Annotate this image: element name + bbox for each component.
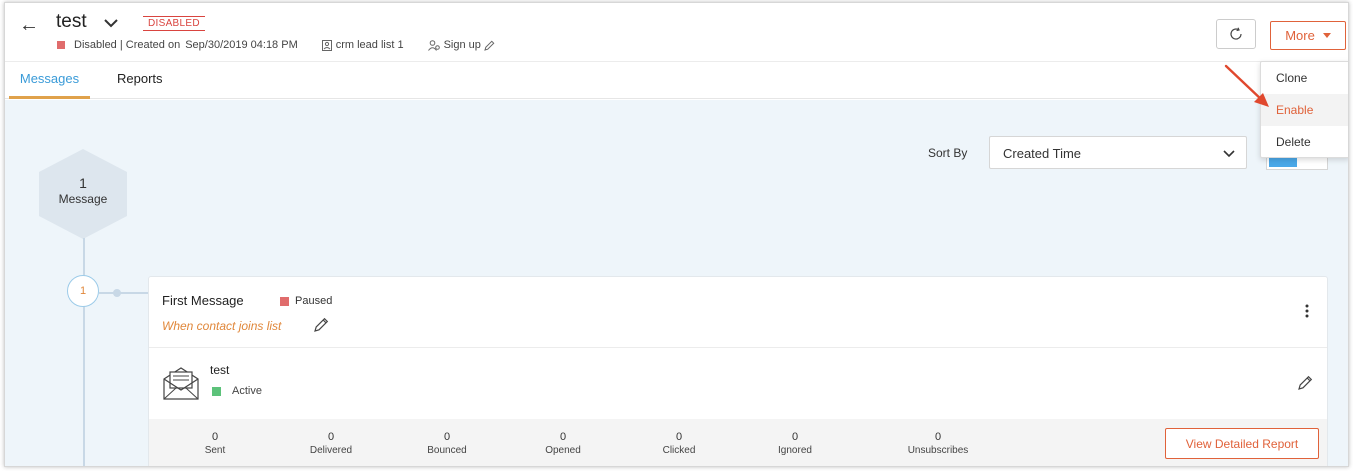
tab-bar: Messages Reports	[5, 63, 1348, 99]
stat-delivered: 0 Delivered	[276, 431, 386, 456]
tab-messages[interactable]: Messages	[9, 71, 90, 99]
stat-value: 0	[791, 431, 799, 443]
list-name: crm lead list 1	[335, 39, 404, 51]
refresh-button[interactable]	[1216, 19, 1256, 49]
email-status: Active	[212, 385, 262, 397]
page-title: test	[56, 11, 87, 32]
status-text: Disabled | Created on	[74, 39, 181, 51]
email-status-label: Active	[232, 385, 262, 397]
step-connector-dot	[113, 289, 121, 297]
stat-unsubscribes: 0 Unsubscribes	[883, 431, 993, 456]
stat-value: 0	[934, 431, 942, 443]
stat-label: Ignored	[778, 445, 812, 456]
pencil-icon[interactable]	[1297, 375, 1313, 391]
refresh-icon	[1230, 27, 1242, 40]
stat-clicked: 0 Clicked	[624, 431, 734, 456]
status-badge: DISABLED	[143, 16, 205, 31]
more-options-icon[interactable]	[1305, 304, 1309, 318]
stat-opened: 0 Opened	[508, 431, 618, 456]
sort-select[interactable]: Created Time	[989, 136, 1247, 169]
caret-down-icon	[1322, 33, 1331, 38]
back-arrow-icon[interactable]: ←	[19, 14, 39, 37]
signup-user-icon	[427, 39, 440, 51]
more-button-label: More	[1285, 28, 1315, 43]
view-detailed-report-button[interactable]: View Detailed Report	[1165, 428, 1319, 459]
paused-indicator	[280, 296, 289, 306]
menu-item-delete[interactable]: Delete	[1261, 126, 1348, 158]
stat-value: 0	[559, 431, 567, 443]
stat-ignored: 0 Ignored	[740, 431, 850, 456]
stat-label: Unsubscribes	[907, 445, 969, 456]
stat-label: Delivered	[309, 445, 353, 456]
list-icon	[321, 39, 332, 51]
timeline-line	[83, 238, 85, 466]
email-name[interactable]: test	[210, 363, 229, 377]
trigger-link[interactable]: When contact joins list	[162, 319, 281, 333]
annotation-arrow-icon	[1224, 64, 1269, 107]
message-status-label: Paused	[295, 295, 333, 307]
message-title: First Message	[162, 293, 244, 308]
message-count-label: Message	[58, 192, 108, 206]
created-on-date: Sep/30/2019 04:18 PM	[185, 39, 298, 51]
stat-label: Opened	[545, 445, 581, 456]
stat-label: Bounced	[427, 445, 467, 456]
message-count: 1	[79, 175, 87, 191]
pencil-icon[interactable]	[484, 40, 495, 51]
stat-value: 0	[443, 431, 451, 443]
step-number: 1	[67, 275, 99, 307]
app-window: ← test DISABLED Disabled | Created on Se…	[4, 2, 1349, 467]
message-status: Paused	[280, 295, 332, 307]
signup-info: Sign up	[427, 39, 499, 51]
chevron-down-icon	[1223, 150, 1235, 158]
sort-by-label: Sort By	[928, 146, 968, 160]
stat-label: Sent	[204, 445, 226, 456]
messages-content: Sort By Created Time 1 Message 1 First M…	[5, 100, 1348, 466]
chevron-down-icon[interactable]	[102, 14, 120, 32]
card-divider	[149, 347, 1327, 348]
more-button[interactable]: More	[1270, 21, 1346, 50]
page-header: ← test DISABLED Disabled | Created on Se…	[5, 3, 1348, 62]
message-card: First Message Paused When contact joins …	[148, 276, 1328, 466]
stat-value: 0	[327, 431, 335, 443]
stat-value: 0	[675, 431, 683, 443]
signup-label: Sign up	[443, 39, 481, 51]
email-envelope-icon	[163, 367, 199, 400]
step-connector	[99, 292, 149, 294]
stat-bounced: 0 Bounced	[392, 431, 502, 456]
list-info: crm lead list 1	[321, 39, 404, 51]
active-indicator	[212, 386, 221, 396]
sort-selected-value: Created Time	[1003, 146, 1082, 161]
disabled-status-indicator	[57, 41, 65, 49]
stat-value: 0	[211, 431, 219, 443]
tab-reports[interactable]: Reports	[117, 71, 163, 99]
stat-sent: 0 Sent	[160, 431, 270, 456]
stats-bar: 0 Sent 0 Delivered 0 Bounced 0 Opened 0	[149, 419, 1327, 466]
stat-label: Clicked	[662, 445, 696, 456]
pencil-icon[interactable]	[313, 317, 329, 333]
header-meta: Disabled | Created on Sep/30/2019 04:18 …	[57, 39, 499, 51]
